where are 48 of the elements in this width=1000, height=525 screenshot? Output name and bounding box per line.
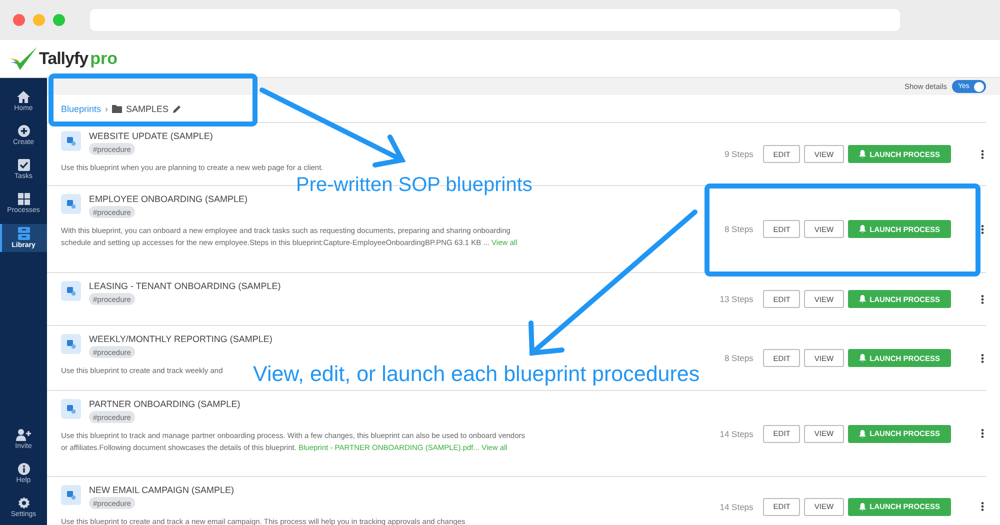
- drawer-icon: [18, 227, 30, 240]
- more-options-icon[interactable]: [981, 354, 984, 362]
- steps-count: 8 Steps: [723, 224, 754, 234]
- steps-count: 14 Steps: [718, 428, 754, 438]
- user-plus-icon: [16, 429, 31, 441]
- bell-icon: [858, 225, 866, 233]
- steps-count: 13 Steps: [718, 294, 754, 304]
- window-close-icon[interactable]: [13, 14, 25, 26]
- blueprint-title[interactable]: PARTNER ONBOARDING (SAMPLE): [89, 399, 240, 409]
- more-options-icon[interactable]: [981, 150, 984, 158]
- template-icon: [61, 399, 81, 419]
- settings-icon: [18, 497, 30, 509]
- steps-count: 9 Steps: [723, 149, 754, 159]
- bell-icon: [858, 150, 866, 158]
- grid-icon: [18, 193, 30, 205]
- bell-icon: [858, 295, 866, 303]
- info-icon: [18, 463, 30, 475]
- steps-count: 8 Steps: [723, 353, 754, 363]
- more-options-icon[interactable]: [981, 224, 984, 234]
- template-icon: [61, 334, 81, 354]
- pencil-icon[interactable]: [172, 104, 181, 112]
- template-icon: [61, 194, 81, 214]
- steps-count: 14 Steps: [718, 502, 754, 512]
- blueprint-title[interactable]: LEASING - TENANT ONBOARDING (SAMPLE): [89, 281, 281, 291]
- folder-icon: [112, 104, 122, 112]
- more-options-icon[interactable]: [981, 294, 984, 304]
- blueprint-title[interactable]: NEW EMAIL CAMPAIGN (SAMPLE): [89, 485, 234, 495]
- template-icon: [61, 485, 81, 505]
- blueprint-title[interactable]: WEEKLY/MONTHLY REPORTING (SAMPLE): [89, 334, 272, 344]
- more-options-icon[interactable]: [981, 502, 984, 511]
- brand-name: Tallyfy: [39, 48, 88, 68]
- annotation-text: View, edit, or launch each blueprint procedures: [253, 362, 700, 387]
- folder-name: SAMPLES: [126, 104, 169, 114]
- template-icon: [61, 131, 81, 151]
- plus-circle-icon: [18, 125, 30, 137]
- checkmark-logo-icon: [10, 46, 38, 72]
- breadcrumb-separator: ›: [105, 104, 108, 114]
- blueprint-title[interactable]: WEBSITE UPDATE (SAMPLE): [89, 131, 213, 141]
- plan-name: pro: [90, 48, 118, 68]
- bell-icon: [858, 430, 866, 438]
- annotation-text: Pre-written SOP blueprints: [296, 174, 532, 197]
- checkbox-icon: [18, 159, 30, 171]
- bell-icon: [858, 354, 866, 362]
- bell-icon: [858, 502, 866, 510]
- blueprint-title[interactable]: EMPLOYEE ONBOARDING (SAMPLE): [89, 194, 248, 204]
- home-icon: [17, 91, 30, 103]
- template-icon: [61, 281, 81, 301]
- more-options-icon[interactable]: [981, 429, 984, 438]
